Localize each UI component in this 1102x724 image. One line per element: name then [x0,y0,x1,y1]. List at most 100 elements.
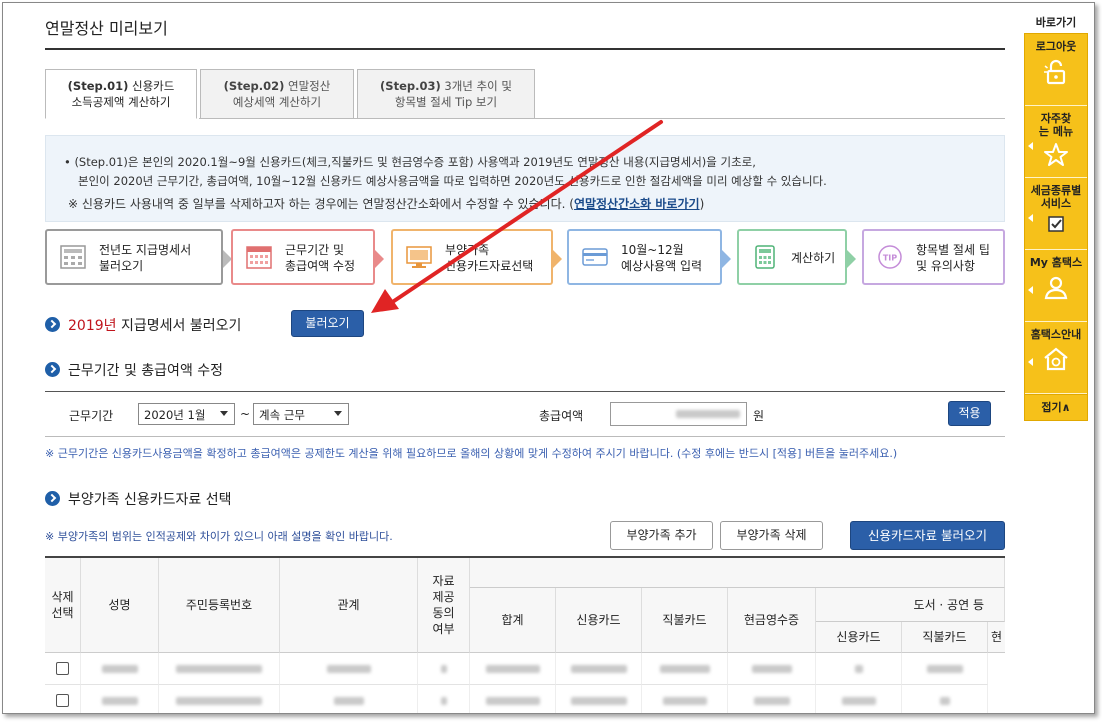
quick-links-sidebar: 바로가기 로그아웃 자주찾는 메뉴 세금종류별 서비스 My 홈택스 홈택스안내… [1024,13,1088,421]
frequent-menu-link[interactable]: 자주찾는 메뉴 [1025,106,1087,178]
th-consent: 자료 제공 동의 여부 [418,558,470,653]
expand-arrow-icon [1028,286,1033,294]
cell-debit [642,685,728,713]
salary-label: 총급여액 [539,409,584,423]
end-option-value: 계속 근무 [259,408,305,422]
start-month-select[interactable]: 2020년 1월 [138,403,235,425]
step-arrow [847,250,856,268]
star-icon [1044,143,1068,166]
th-name: 성명 [81,558,159,653]
step-calculate[interactable]: 계산하기 [737,229,856,285]
th-culture-credit: 신용카드 [816,622,902,653]
delete-checkbox[interactable] [56,662,69,675]
calculator-icon [755,245,775,269]
step-work-period[interactable]: 근무기간 및 총급여액 수정 [231,229,384,285]
section-work-period-heading: 근무기간 및 총급여액 수정 [45,360,223,380]
my-hometax-link[interactable]: My 홈택스 [1025,250,1087,322]
home-info-icon [1044,347,1068,371]
tab-step-01[interactable]: (Step.01) 신용카드 소득공제액 계산하기 [45,69,197,119]
delete-checkbox[interactable] [56,694,69,707]
sidebar-item-label: 자주찾는 메뉴 [1038,112,1074,138]
section-year: 2019년 [68,318,117,334]
cell-culture-debit [902,653,988,685]
step-label: 항목별 절세 팁및 유의사항 [916,243,990,273]
section-title: 부양가족 신용카드자료 선택 [68,492,232,508]
cell-culture-credit [816,653,902,685]
step-prev-statement[interactable]: 전년도 지급명세서 불러오기 [45,229,232,285]
load-card-data-button[interactable]: 신용카드자료 불러오기 [850,521,1005,550]
hometax-guide-link[interactable]: 홈택스안내 [1025,322,1087,394]
logout-link[interactable]: 로그아웃 [1025,34,1087,106]
tab-step-02[interactable]: (Step.02) 연말정산 예상세액 계산하기 [200,69,354,119]
cell-cash [728,653,816,685]
delete-dependent-button[interactable]: 부양가족 삭제 [720,521,823,550]
th-top-blank [470,558,1005,588]
sidebar-item-label: 세금종류별 서비스 [1030,184,1082,210]
cell-total [470,653,556,685]
tab-label: 항목별 절세 Tip 보기 [394,95,498,109]
tab-label: 소득공제액 계산하기 [71,95,171,109]
section-prev-statement-heading: 2019년 지급명세서 불러오기 [45,315,241,335]
tax-service-link[interactable]: 세금종류별 서비스 [1025,178,1087,250]
cell-rrn [159,685,280,713]
work-period-form: 근무기간 2020년 1월 ~ 계속 근무 총급여액 원 적용 [45,391,1005,437]
expand-arrow-icon [1028,214,1033,222]
section-title: 근무기간 및 총급여액 수정 [68,363,224,379]
th-culture-debit: 직불카드 [902,622,988,653]
step-label: 전년도 지급명세서 불러오기 [99,243,192,273]
expand-arrow-icon [1028,142,1033,150]
cell-cash [728,685,816,713]
quick-links-panel: 로그아웃 자주찾는 메뉴 세금종류별 서비스 My 홈택스 홈택스안내 접기∧ [1024,33,1088,421]
app-window: 연말정산 미리보기 (Step.01) 신용카드 소득공제액 계산하기 (Ste… [2,2,1095,714]
svg-text:TIP: TIP [883,254,897,263]
end-month-select[interactable]: 계속 근무 [253,403,349,425]
work-period-note: ※ 근무기간은 신용카드사용금액을 확정하고 총급여액은 공제한도 계산을 위해… [45,447,898,460]
cell-debit [642,653,728,685]
work-period-label: 근무기간 [69,409,114,423]
cell-credit [556,685,642,713]
collapse-sidebar-button[interactable]: 접기∧ [1025,394,1087,420]
step-label: 계산하기 [791,251,836,265]
cell-culture-debit [902,685,988,713]
cell-relation [280,685,418,713]
cell-relation [280,653,418,685]
sidebar-item-label: 홈택스안내 [1030,328,1082,341]
cell-name [81,685,159,713]
start-month-value: 2020년 1월 [144,408,206,422]
step-tax-tips[interactable]: TIP 항목별 절세 팁및 유의사항 [862,229,1005,285]
th-debit: 직불카드 [642,588,728,653]
unlock-icon [1044,59,1066,85]
tab-step-03[interactable]: (Step.03) 3개년 추이 및 항목별 절세 Tip 보기 [357,69,535,119]
th-cash: 현금영수증 [728,588,816,653]
add-dependent-button[interactable]: 부양가족 추가 [610,521,713,550]
salary-unit: 원 [753,409,765,423]
quick-links-title: 바로가기 [1035,16,1077,29]
page-title: 연말정산 미리보기 [45,19,168,38]
th-credit: 신용카드 [556,588,642,653]
table-row [45,653,1005,685]
apply-button[interactable]: 적용 [948,401,991,426]
cell-culture-credit [816,685,902,713]
cell-name [81,653,159,685]
salary-input[interactable] [610,402,747,426]
info-note-end: ) [699,197,705,211]
th-rrn: 주민등록번호 [159,558,280,653]
th-total: 합계 [470,588,556,653]
row-select-cell [45,685,81,713]
cell-rrn [159,653,280,685]
tab-step-label: (Step.01) [67,79,129,93]
sidebar-item-label: My 홈택스 [1029,256,1083,269]
sidebar-item-label: 로그아웃 [1035,40,1077,53]
th-culture-more: 현 [988,622,1005,653]
load-statement-button[interactable]: 불러오기 [291,310,364,337]
calculator-doc-icon [60,245,86,269]
cell-consent [418,653,470,685]
section-title: 지급명세서 불러오기 [116,318,242,334]
th-select: 삭제 선택 [45,558,81,653]
expand-arrow-icon [1028,358,1033,366]
tab-step-label: (Step.02) [223,79,285,93]
cell-total [470,685,556,713]
table-row [45,685,1005,713]
title-divider [45,48,1005,50]
step-arrow [722,250,731,268]
